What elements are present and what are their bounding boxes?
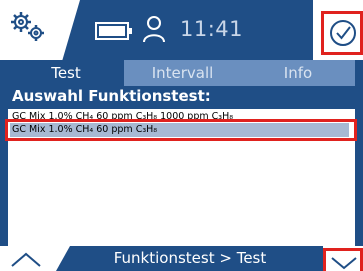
- check-circle-icon: [330, 20, 356, 46]
- chevron-down-icon: [331, 257, 357, 270]
- settings-tab[interactable]: [0, 0, 80, 60]
- status-bar: 11:41: [0, 0, 363, 60]
- tab-bar: Test Intervall Info: [8, 60, 355, 86]
- scroll-up-button[interactable]: [0, 246, 70, 271]
- tab-intervall[interactable]: Intervall: [124, 60, 241, 86]
- footer-bar: Funktionstest > Test: [0, 246, 363, 271]
- gears-icon: [11, 12, 44, 41]
- tab-info[interactable]: Info: [241, 60, 355, 86]
- chevron-up-icon: [11, 252, 41, 267]
- clock-time: 11:41: [180, 17, 244, 41]
- test-selection-panel: Auswahl Funktionstest: GC Mix 1.0% CH₄ 6…: [5, 86, 357, 246]
- panel-heading: Auswahl Funktionstest:: [12, 87, 211, 105]
- confirm-button[interactable]: [321, 11, 363, 55]
- gas-mix-list: GC Mix 1.0% CH₄ 60 ppm C₃H₈ 1000 ppm C₃H…: [5, 109, 357, 246]
- battery-icon: [95, 22, 132, 40]
- tab-test[interactable]: Test: [8, 60, 124, 86]
- selection-highlight: [5, 119, 357, 141]
- device-screen: 11:41 Test Intervall Info Auswahl Funkti…: [0, 0, 363, 271]
- user-icon: [143, 16, 165, 43]
- breadcrumb: Funktionstest > Test: [113, 249, 267, 267]
- scroll-down-button[interactable]: [323, 248, 363, 271]
